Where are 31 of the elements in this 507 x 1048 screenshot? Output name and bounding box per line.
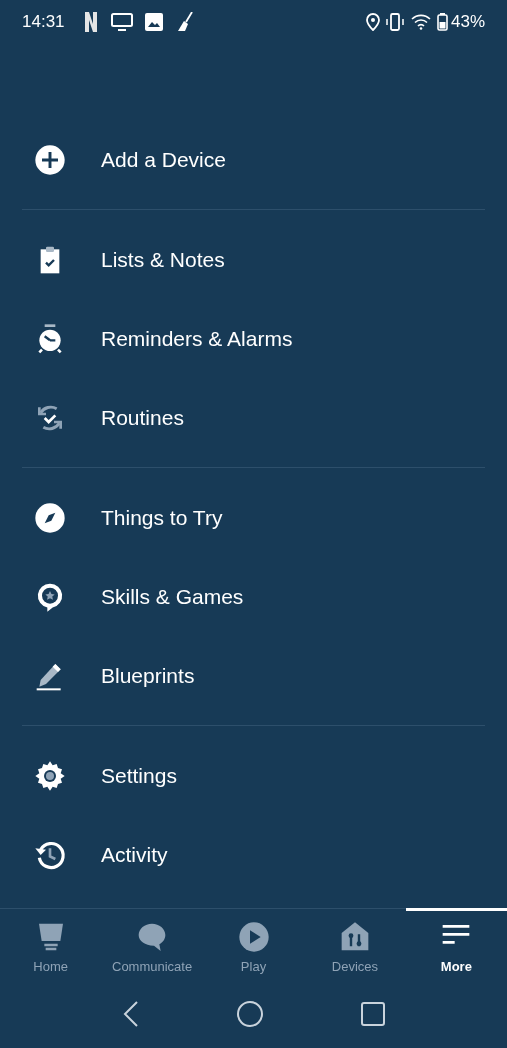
nav-tab[interactable]: Home xyxy=(0,908,102,990)
menu-item[interactable]: Reminders & Alarms xyxy=(22,299,485,378)
netflix-icon xyxy=(84,12,97,32)
menu-item[interactable]: Blueprints xyxy=(22,636,485,715)
plus-circle-icon xyxy=(34,143,66,176)
clock: 14:31 xyxy=(22,11,65,34)
vibrate-icon xyxy=(384,12,405,32)
back-icon[interactable] xyxy=(122,1001,139,1027)
monitor-icon xyxy=(110,13,133,31)
menu-item[interactable]: Routines xyxy=(22,378,485,457)
nav-tab[interactable]: Communicate xyxy=(101,908,203,990)
battery-icon xyxy=(436,13,448,31)
location-icon xyxy=(364,13,381,31)
image-icon xyxy=(144,13,163,31)
wifi-icon xyxy=(410,14,431,30)
recents-square-icon[interactable] xyxy=(360,1002,385,1026)
menu-item[interactable]: Lists & Notes xyxy=(22,220,485,299)
menu-item[interactable]: Settings xyxy=(22,736,485,815)
menu-item[interactable]: Skills & Games xyxy=(22,557,485,636)
compass-icon xyxy=(34,501,66,534)
home-circle-icon[interactable] xyxy=(236,1001,263,1027)
play-icon xyxy=(237,921,270,953)
battery-percentage: 43% xyxy=(450,11,485,34)
broom-icon xyxy=(176,12,193,32)
nav-tab[interactable]: More xyxy=(405,908,507,990)
settings-icon xyxy=(34,759,66,792)
nav-tab[interactable]: Devices xyxy=(304,908,406,990)
nav-tab[interactable]: Play xyxy=(202,908,305,990)
menu-item[interactable]: Add a Device xyxy=(22,120,485,199)
menu-item[interactable]: Things to Try xyxy=(22,478,485,557)
menu-item[interactable]: Activity xyxy=(22,815,485,894)
